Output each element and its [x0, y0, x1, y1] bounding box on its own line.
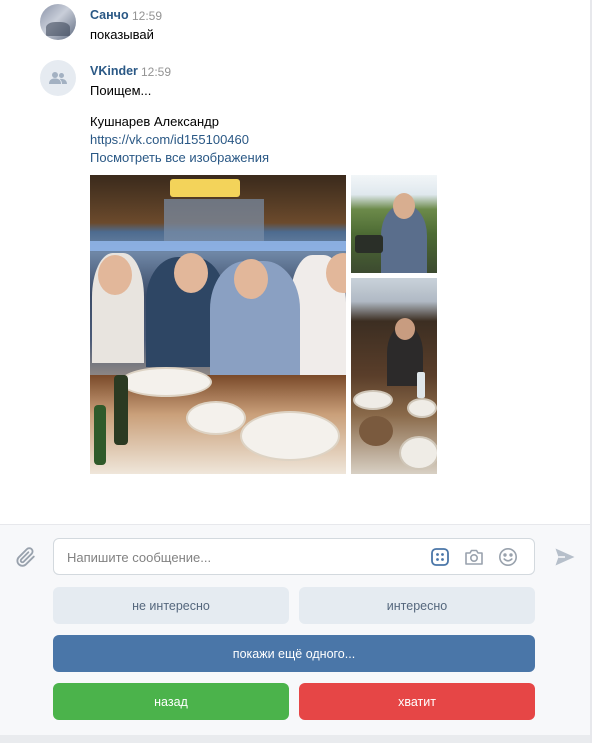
message-author[interactable]: VKinder	[90, 64, 138, 78]
message-time[interactable]: 12:59	[132, 9, 162, 23]
stop-button[interactable]: хватит	[299, 683, 535, 720]
camera-icon[interactable]	[464, 547, 484, 567]
message-input-box[interactable]	[53, 538, 535, 575]
interested-button[interactable]: интересно	[299, 587, 535, 624]
show-another-button[interactable]: покажи ещё одного...	[53, 635, 535, 672]
bot-avatar[interactable]	[40, 60, 76, 96]
send-icon[interactable]	[552, 544, 578, 570]
photo-attachment-bottom[interactable]	[351, 278, 437, 474]
all-images-link[interactable]: Посмотреть все изображения	[90, 150, 269, 165]
profile-name: Кушнарев Александр	[90, 114, 219, 129]
back-button[interactable]: назад	[53, 683, 289, 720]
emoji-icon[interactable]	[498, 547, 518, 567]
profile-link[interactable]: https://vk.com/id155100460	[90, 132, 249, 147]
message-input[interactable]	[67, 548, 407, 566]
photo-attachment-main[interactable]	[90, 175, 346, 474]
group-icon	[49, 72, 67, 84]
not-interested-button[interactable]: не интересно	[53, 587, 289, 624]
paperclip-icon[interactable]	[14, 545, 38, 569]
message-author[interactable]: Санчо	[90, 8, 129, 22]
message-text: Поищем...	[90, 83, 152, 98]
photo-attachment-top[interactable]	[351, 175, 437, 273]
user-avatar[interactable]	[40, 4, 76, 40]
message-text: показывай	[90, 27, 154, 42]
message-time[interactable]: 12:59	[141, 65, 171, 79]
keyboard-icon[interactable]	[430, 547, 450, 567]
horizontal-scrollbar[interactable]	[0, 735, 590, 743]
